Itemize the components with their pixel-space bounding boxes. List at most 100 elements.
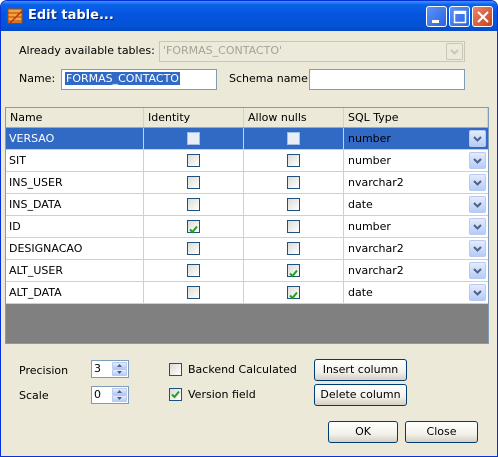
sql-type-cell[interactable]: date [344, 282, 488, 303]
column-name-cell[interactable]: VERSAO [6, 128, 144, 149]
allow-nulls-checkbox[interactable] [287, 154, 300, 167]
identity-checkbox[interactable] [187, 242, 200, 255]
column-header-sql-type[interactable]: SQL Type [344, 108, 488, 127]
column-name-cell[interactable]: SIT [6, 150, 144, 171]
allow-nulls-checkbox[interactable] [287, 242, 300, 255]
identity-checkbox[interactable] [187, 286, 200, 299]
precision-value: 3 [94, 362, 101, 375]
close-window-button[interactable] [472, 6, 493, 27]
maximize-icon [453, 10, 467, 24]
schema-name-label: Schema name: [229, 72, 312, 85]
table-row[interactable]: SIT number [6, 150, 488, 172]
identity-checkbox[interactable] [187, 176, 200, 189]
identity-cell [144, 216, 244, 237]
identity-checkbox[interactable] [187, 220, 200, 234]
allow-nulls-cell [244, 282, 344, 303]
checkmark-icon [171, 390, 180, 399]
table-row[interactable]: ID number [6, 216, 488, 238]
chevron-down-icon [473, 180, 482, 186]
column-name-cell[interactable]: DESIGNACAO [6, 238, 144, 259]
sql-type-cell[interactable]: number [344, 150, 488, 171]
allow-nulls-checkbox[interactable] [287, 176, 300, 189]
allow-nulls-checkbox[interactable] [287, 198, 300, 211]
column-name-cell[interactable]: ALT_USER [6, 260, 144, 281]
sql-type-dropdown-button[interactable] [469, 284, 486, 301]
window-title: Edit table... [28, 8, 114, 23]
delete-column-button[interactable]: Delete column [314, 384, 407, 406]
checkmark-icon [189, 225, 198, 234]
precision-stepper[interactable]: 3 [91, 360, 129, 378]
allow-nulls-checkbox[interactable] [287, 286, 300, 300]
minimize-button[interactable] [426, 6, 447, 27]
identity-checkbox[interactable] [187, 264, 200, 277]
identity-checkbox[interactable] [187, 154, 200, 167]
sql-type-cell[interactable]: nvarchar2 [344, 238, 488, 259]
identity-cell [144, 282, 244, 303]
column-name-cell[interactable]: INS_USER [6, 172, 144, 193]
table-row[interactable]: ALT_DATA date [6, 282, 488, 304]
sql-type-dropdown-button[interactable] [469, 240, 486, 257]
allow-nulls-checkbox[interactable] [287, 220, 300, 233]
precision-down-button[interactable] [112, 369, 127, 376]
sql-type-dropdown-button[interactable] [469, 262, 486, 279]
table-row[interactable]: INS_USER nvarchar2 [6, 172, 488, 194]
sql-type-dropdown-button[interactable] [469, 130, 486, 147]
sql-type-dropdown-button[interactable] [469, 174, 486, 191]
allow-nulls-cell [244, 260, 344, 281]
title-bar[interactable]: Edit table... [1, 1, 497, 31]
table-row[interactable]: VERSAO number [6, 128, 488, 150]
sql-type-value: number [348, 154, 391, 167]
identity-checkbox[interactable] [187, 132, 200, 145]
table-row[interactable]: INS_DATA date [6, 194, 488, 216]
identity-checkbox[interactable] [187, 198, 200, 211]
chevron-down-icon [450, 49, 459, 55]
sql-type-dropdown-button[interactable] [469, 218, 486, 235]
sql-type-dropdown-button[interactable] [469, 152, 486, 169]
table-name-field[interactable]: FORMAS_CONTACTO [61, 69, 217, 90]
chevron-down-icon [473, 158, 482, 164]
allow-nulls-checkbox[interactable] [287, 132, 300, 145]
chevron-down-icon [473, 290, 482, 296]
allow-nulls-checkbox[interactable] [287, 264, 300, 278]
schema-name-field[interactable] [309, 69, 465, 90]
column-header-allow-nulls[interactable]: Allow nulls [244, 108, 344, 127]
precision-up-button[interactable] [112, 362, 127, 369]
scale-stepper[interactable]: 0 [91, 386, 129, 404]
sql-type-value: nvarchar2 [348, 242, 404, 255]
identity-cell [144, 150, 244, 171]
chevron-down-icon [473, 246, 482, 252]
table-name-value: FORMAS_CONTACTO [65, 72, 180, 85]
grid-header: Name Identity Allow nulls SQL Type [6, 108, 488, 128]
backend-calculated-checkbox[interactable] [169, 363, 182, 376]
table-row[interactable]: ALT_USER nvarchar2 [6, 260, 488, 282]
columns-grid[interactable]: Name Identity Allow nulls SQL Type VERSA… [5, 107, 489, 344]
sql-type-cell[interactable]: number [344, 216, 488, 237]
spin-up-arrow-icon [117, 390, 122, 393]
column-header-name[interactable]: Name [6, 108, 144, 127]
sql-type-value: number [348, 132, 391, 145]
column-header-identity[interactable]: Identity [144, 108, 244, 127]
edit-table-dialog: Edit table... Already available tables: … [0, 0, 498, 457]
scale-up-button[interactable] [112, 388, 127, 395]
identity-cell [144, 194, 244, 215]
sql-type-cell[interactable]: nvarchar2 [344, 172, 488, 193]
sql-type-cell[interactable]: nvarchar2 [344, 260, 488, 281]
sql-type-cell[interactable]: date [344, 194, 488, 215]
column-name-cell[interactable]: ALT_DATA [6, 282, 144, 303]
column-name-cell[interactable]: INS_DATA [6, 194, 144, 215]
scale-down-button[interactable] [112, 395, 127, 402]
sql-type-dropdown-button[interactable] [469, 196, 486, 213]
ok-button[interactable]: OK [328, 421, 398, 443]
insert-column-button[interactable]: Insert column [314, 359, 407, 381]
available-tables-label: Already available tables: [19, 44, 155, 57]
name-label: Name: [19, 72, 56, 85]
sql-type-value: date [348, 286, 373, 299]
checkmark-icon [289, 269, 298, 278]
maximize-button[interactable] [449, 6, 470, 27]
version-field-checkbox[interactable] [169, 388, 182, 401]
sql-type-value: nvarchar2 [348, 176, 404, 189]
sql-type-cell[interactable]: number [344, 128, 488, 149]
column-name-cell[interactable]: ID [6, 216, 144, 237]
table-row[interactable]: DESIGNACAO nvarchar2 [6, 238, 488, 260]
close-button[interactable]: Close [405, 421, 478, 443]
